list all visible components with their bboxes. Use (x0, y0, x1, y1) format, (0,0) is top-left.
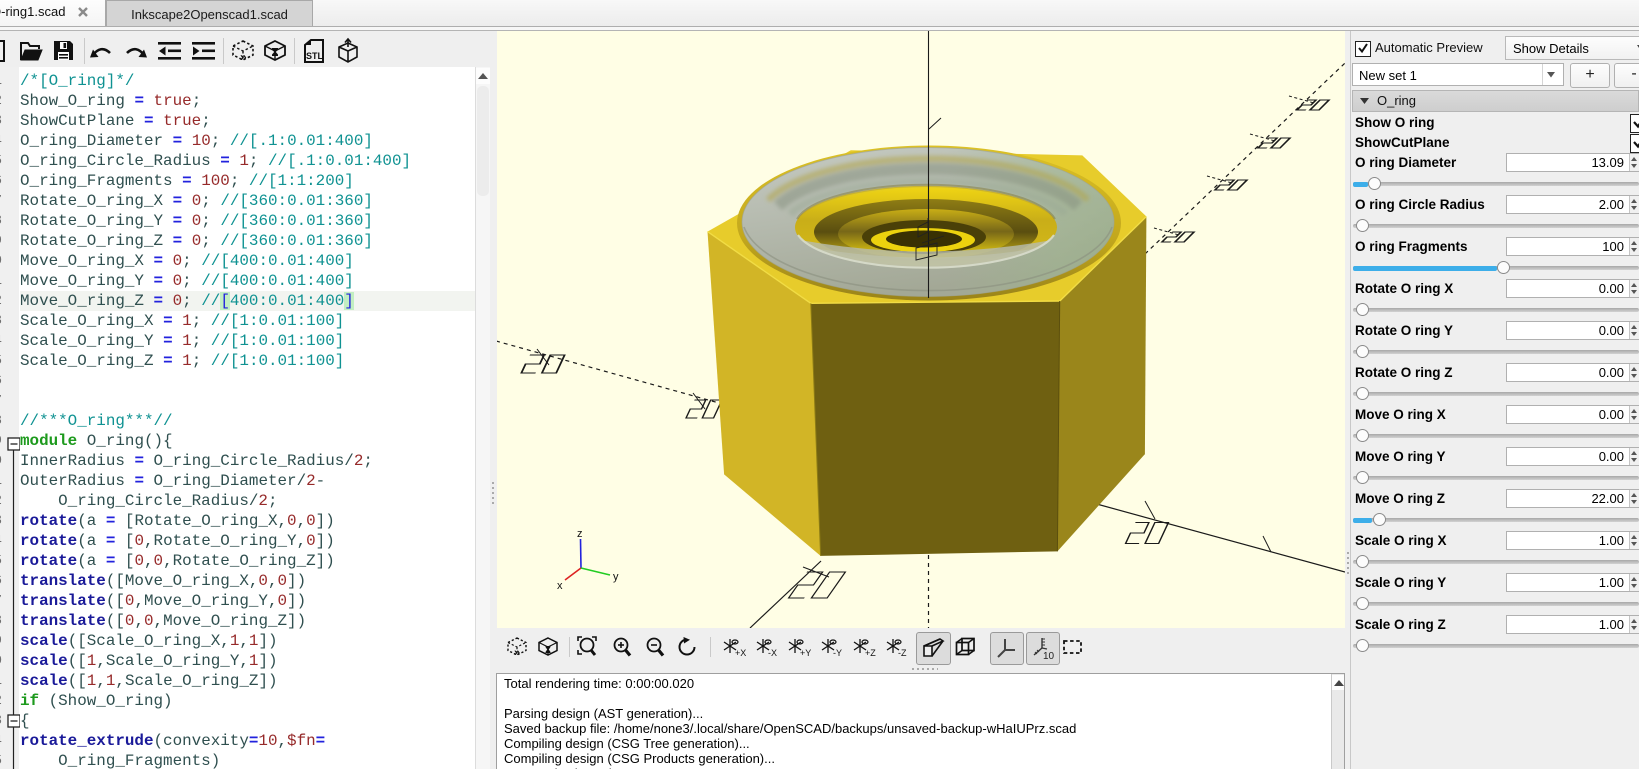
svg-text:-X: -X (768, 648, 777, 658)
svg-text:-Y: -Y (833, 648, 842, 658)
svg-text:10: 10 (1043, 651, 1055, 662)
svg-text:x: x (557, 580, 563, 592)
svg-text:»: » (240, 50, 247, 64)
svg-text:-Z: -Z (898, 648, 907, 658)
svg-text:y: y (613, 571, 619, 583)
svg-text:+X: +X (735, 648, 746, 658)
svg-text:+Z: +Z (865, 648, 876, 658)
svg-text:+Y: +Y (800, 648, 811, 658)
svg-text:STL: STL (306, 51, 324, 61)
svg-text:z: z (577, 528, 583, 540)
svg-text:»: » (514, 647, 520, 659)
